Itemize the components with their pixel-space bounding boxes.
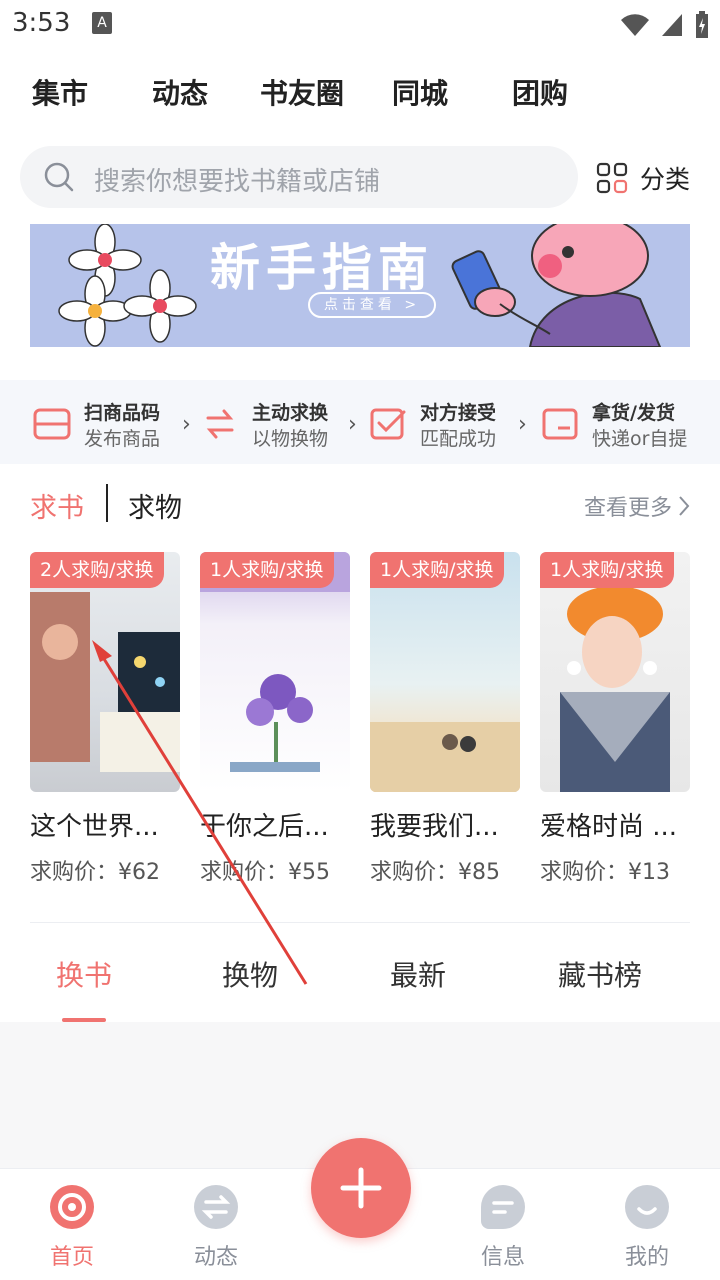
nav-messages[interactable]: 信息 xyxy=(458,1185,548,1271)
scan-icon xyxy=(33,408,71,440)
chevron-right-icon: › xyxy=(348,412,357,437)
wifi-icon xyxy=(621,14,649,36)
status-time: 3:53 xyxy=(12,8,71,38)
cover-art xyxy=(560,586,670,792)
cover-art xyxy=(30,592,180,772)
search-input[interactable]: 搜索你想要找书籍或店铺 xyxy=(20,146,578,208)
request-count-badge: 1人求购/求换 xyxy=(200,552,334,588)
book-card[interactable]: 1人求购/求换 爱格时尚 ... 求购价：¥13 xyxy=(540,552,690,885)
signal-icon xyxy=(662,14,682,36)
category-label: 分类 xyxy=(640,165,691,194)
request-count-badge: 1人求购/求换 xyxy=(370,552,504,588)
person-illustration xyxy=(451,224,662,347)
home-icon xyxy=(50,1185,94,1229)
nav-label: 我的 xyxy=(624,1245,669,1270)
banner-cta-button[interactable]: 点击查看 > xyxy=(308,292,436,318)
nav-label: 动态 xyxy=(193,1245,238,1270)
book-cover xyxy=(200,552,350,792)
add-post-button[interactable] xyxy=(311,1138,411,1238)
status-icons xyxy=(620,10,710,40)
cover-art xyxy=(370,722,520,792)
battery-icon xyxy=(696,11,708,38)
search-placeholder: 搜索你想要找书籍或店铺 xyxy=(94,167,381,197)
tab-exchange-goods[interactable]: 换物 xyxy=(222,954,278,994)
book-price: 求购价：¥62 xyxy=(30,860,160,885)
step-title: 对方接受 xyxy=(420,402,497,424)
tab-feed[interactable]: 动态 xyxy=(152,72,208,112)
section-tabs: 换书 换物 最新 藏书榜 xyxy=(0,940,720,1022)
nav-profile[interactable]: 我的 xyxy=(602,1185,692,1271)
book-title: 这个世界... xyxy=(30,812,159,842)
step-subtitle: 快递or自提 xyxy=(592,428,688,450)
guide-steps: 扫商品码 发布商品 › 主动求换 以物换物 › 对方接受 匹配成功 › 拿货/发… xyxy=(0,380,720,464)
step-subtitle: 发布商品 xyxy=(84,428,161,450)
divider xyxy=(106,484,108,522)
nav-home[interactable]: 首页 xyxy=(27,1185,117,1271)
tab-local[interactable]: 同城 xyxy=(392,72,448,112)
book-price: 求购价：¥13 xyxy=(540,860,670,885)
tab-group-buy[interactable]: 团购 xyxy=(512,72,568,112)
chevron-right-icon xyxy=(679,496,690,516)
request-count-badge: 2人求购/求换 xyxy=(30,552,164,588)
book-title: 于你之后... xyxy=(200,812,329,842)
book-cover xyxy=(30,552,180,792)
banner-title: 新手指南 xyxy=(210,239,434,297)
exchange-icon xyxy=(194,1185,238,1229)
see-more-label: 查看更多 xyxy=(583,496,672,521)
cover-art xyxy=(200,552,350,772)
book-card[interactable]: 1人求购/求换 于你之后... 求购价：¥55 xyxy=(200,552,350,885)
guide-banner[interactable]: 新手指南 点击查看 > xyxy=(30,224,690,347)
step-title: 拿货/发货 xyxy=(592,402,675,424)
book-card[interactable]: 2人求购/求换 这个世界... 求购价：¥62 xyxy=(30,552,180,885)
book-cover xyxy=(540,552,690,792)
exchange-icon xyxy=(206,409,234,439)
book-card[interactable]: 1人求购/求换 我要我们... 求购价：¥85 xyxy=(370,552,520,885)
tab-seek-goods[interactable]: 求物 xyxy=(128,486,182,525)
step-title: 扫商品码 xyxy=(84,402,161,424)
message-icon xyxy=(481,1185,525,1229)
step-subtitle: 以物换物 xyxy=(252,428,329,450)
book-price: 求购价：¥55 xyxy=(200,860,330,885)
book-title: 我要我们... xyxy=(370,812,499,842)
tab-book-circle[interactable]: 书友圈 xyxy=(260,72,344,112)
category-button[interactable]: 分类 xyxy=(596,158,690,198)
book-price: 求购价：¥85 xyxy=(370,860,500,885)
step-subtitle: 匹配成功 xyxy=(420,428,497,450)
checkbox-icon xyxy=(370,408,406,440)
grid-icon xyxy=(596,162,628,194)
nav-label: 首页 xyxy=(49,1245,94,1270)
nav-label: 信息 xyxy=(480,1245,525,1270)
divider xyxy=(30,922,690,923)
tab-market[interactable]: 集市 xyxy=(32,72,88,112)
tab-latest[interactable]: 最新 xyxy=(390,954,446,994)
tab-seek-books[interactable]: 求书 xyxy=(30,486,84,525)
status-bar: 3:53 A xyxy=(0,0,720,52)
step-title: 主动求换 xyxy=(252,402,329,424)
smile-icon xyxy=(625,1185,669,1229)
top-tabs: 集市 动态 书友圈 同城 团购 xyxy=(0,64,720,116)
chevron-right-icon: › xyxy=(518,412,527,437)
book-cover xyxy=(370,552,520,792)
book-title: 爱格时尚 ... xyxy=(540,812,678,842)
package-icon xyxy=(542,408,578,440)
flower-illustration xyxy=(58,224,197,347)
seek-header: 求书 求物 查看更多 xyxy=(0,480,720,526)
nav-feed[interactable]: 动态 xyxy=(171,1185,261,1271)
search-icon xyxy=(44,162,74,192)
plus-icon xyxy=(340,1167,382,1209)
tab-exchange-books[interactable]: 换书 xyxy=(56,954,112,994)
chevron-right-icon: › xyxy=(182,412,191,437)
notification-a-icon: A xyxy=(92,12,112,34)
see-more-link[interactable]: 查看更多 xyxy=(584,490,690,522)
request-count-badge: 1人求购/求换 xyxy=(540,552,674,588)
tab-collection-rank[interactable]: 藏书榜 xyxy=(558,954,642,994)
